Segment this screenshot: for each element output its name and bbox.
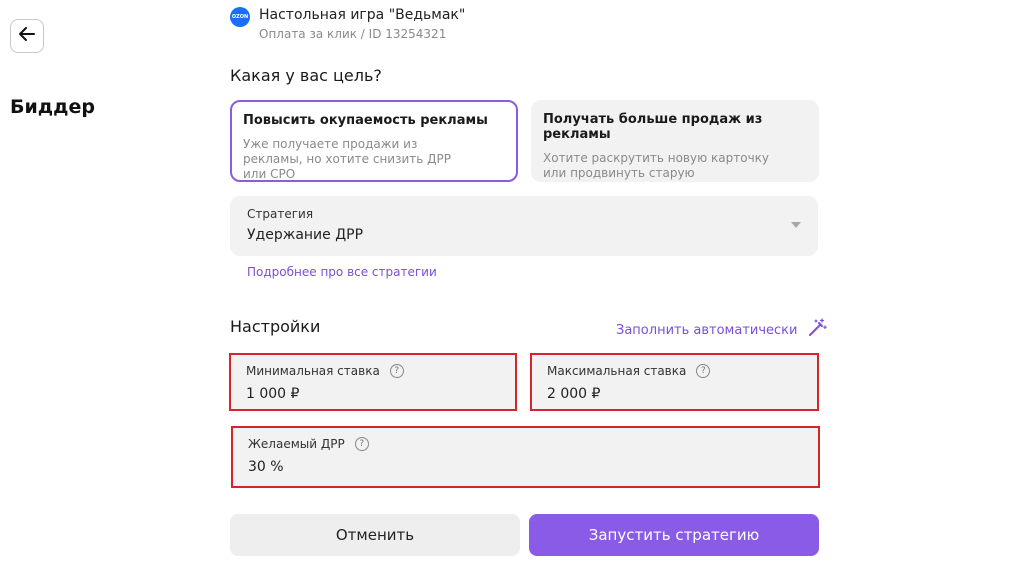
min-bid-label: Минимальная ставка xyxy=(246,364,380,378)
max-bid-value: 2 000 ₽ xyxy=(547,386,601,402)
min-bid-field[interactable]: Минимальная ставка ? 1 000 ₽ xyxy=(229,353,517,411)
min-bid-value: 1 000 ₽ xyxy=(246,386,300,402)
target-drr-value: 30 % xyxy=(248,459,284,475)
target-drr-label: Желаемый ДРР xyxy=(248,437,345,451)
help-icon[interactable]: ? xyxy=(389,364,404,378)
goal-option-desc: Хотите раскрутить новую карточку или про… xyxy=(543,151,770,180)
strategy-select[interactable]: Стратегия Удержание ДРР xyxy=(230,196,818,256)
page-title: Биддер xyxy=(10,96,95,118)
settings-heading: Настройки xyxy=(230,317,321,336)
product-subtitle: Оплата за клик / ID 13254321 xyxy=(259,27,447,41)
back-button[interactable] xyxy=(10,19,44,53)
max-bid-label: Максимальная ставка xyxy=(547,364,687,378)
magic-wand-icon xyxy=(807,318,828,342)
cancel-button[interactable]: Отменить xyxy=(230,514,520,556)
run-strategy-button[interactable]: Запустить стратегию xyxy=(529,514,819,556)
all-strategies-link[interactable]: Подробнее про все стратегии xyxy=(247,265,437,279)
strategy-value: Удержание ДРР xyxy=(247,227,364,243)
product-name: Настольная игра "Ведьмак" xyxy=(259,7,466,23)
goal-option-sales[interactable]: Получать больше продаж из рекламы Хотите… xyxy=(531,100,819,182)
goal-option-title: Повысить окупаемость рекламы xyxy=(243,113,488,128)
goal-option-roi[interactable]: Повысить окупаемость рекламы Уже получае… xyxy=(230,100,518,182)
help-icon[interactable]: ? xyxy=(354,437,369,451)
autofill-button[interactable]: Заполнить автоматически xyxy=(616,318,828,342)
target-drr-field[interactable]: Желаемый ДРР ? 30 % xyxy=(231,426,820,488)
product-info: OZON Настольная игра "Ведьмак" Оплата за… xyxy=(230,6,465,43)
ozon-logo: OZON xyxy=(230,7,250,27)
goal-heading: Какая у вас цель? xyxy=(230,66,382,85)
arrow-left-icon xyxy=(17,24,37,48)
goal-option-desc: Уже получаете продажи из рекламы, но хот… xyxy=(243,137,451,181)
strategy-label: Стратегия xyxy=(247,207,314,221)
goal-option-title: Получать больше продаж из рекламы xyxy=(543,112,763,142)
max-bid-field[interactable]: Максимальная ставка ? 2 000 ₽ xyxy=(530,353,819,411)
autofill-label: Заполнить автоматически xyxy=(616,322,798,338)
help-icon[interactable]: ? xyxy=(696,364,711,378)
chevron-down-icon xyxy=(791,222,801,228)
